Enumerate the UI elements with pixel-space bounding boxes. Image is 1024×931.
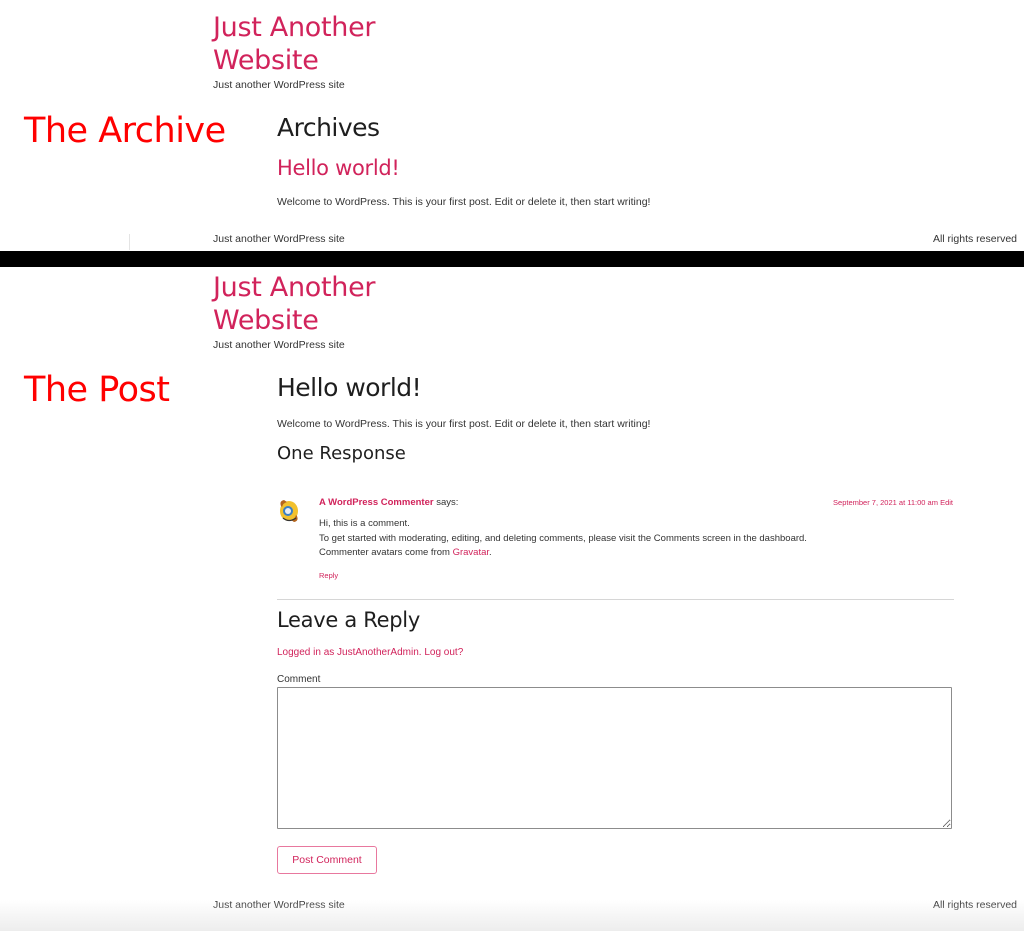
site-title-line2[interactable]: Website [213,304,375,337]
comments-divider [277,599,954,600]
comment-author-link[interactable]: A WordPress Commenter [319,497,434,508]
comment-text: . [489,547,492,558]
comment-reply-link[interactable]: Reply [319,571,338,580]
site-title-line1[interactable]: Just Another [213,271,376,304]
comment-textarea[interactable] [277,687,952,829]
site-tagline: Just another WordPress site [213,339,345,351]
post-title-link[interactable]: Hello world! [277,156,400,180]
comment-field-label: Comment [277,674,321,685]
footer-copyright: All rights reserved [932,233,1017,245]
footer-tagline: Just another WordPress site [213,899,345,911]
site-title-line2[interactable]: Website [213,44,375,77]
panel-separator [0,251,1024,267]
comment-line: Hi, this is a comment. [319,518,410,529]
comment-text: Commenter avatars come from [319,547,453,558]
comment-edit-link[interactable]: Edit [940,498,953,507]
reply-heading: Leave a Reply [277,608,420,632]
page-heading: Archives [277,113,380,142]
vertical-divider [129,234,130,250]
post-comment-button[interactable]: Post Comment [277,846,377,874]
commenter-avatar-icon [280,500,298,522]
site-title-link[interactable]: Just Another Website [213,271,376,337]
site-tagline: Just another WordPress site [213,79,345,91]
comment-body: Hi, this is a comment. To get started wi… [319,517,807,561]
comment-line: Commenter avatars come from Gravatar. [319,546,807,561]
site-title-link[interactable]: Just Another Website [213,11,376,77]
post-panel-label: The Post [24,370,170,410]
comments-heading: One Response [277,443,406,464]
comment-says: says: [433,497,459,508]
logout-link[interactable]: Log out? [424,647,463,658]
post-title: Hello world! [277,373,422,402]
archive-panel-label: The Archive [24,111,226,151]
logged-in-row: Logged in as JustAnotherAdmin. Log out? [277,647,463,658]
bottom-shadow [0,900,1024,931]
comment-meta: A WordPress Commenter says: [319,497,458,508]
footer-tagline: Just another WordPress site [213,233,345,245]
comment-line: To get started with moderating, editing,… [319,532,807,544]
footer-copyright: All rights reserved [932,899,1017,911]
post-excerpt: Welcome to WordPress. This is your first… [277,196,651,208]
comment-date-link[interactable]: September 7, 2021 at 11:00 am [833,498,938,507]
comment-date-row: September 7, 2021 at 11:00 am Edit [833,498,953,507]
post-content: Welcome to WordPress. This is your first… [277,418,651,430]
gravatar-link[interactable]: Gravatar [453,547,489,558]
site-title-line1[interactable]: Just Another [213,11,376,44]
logged-in-link[interactable]: Logged in as JustAnotherAdmin. [277,647,422,658]
